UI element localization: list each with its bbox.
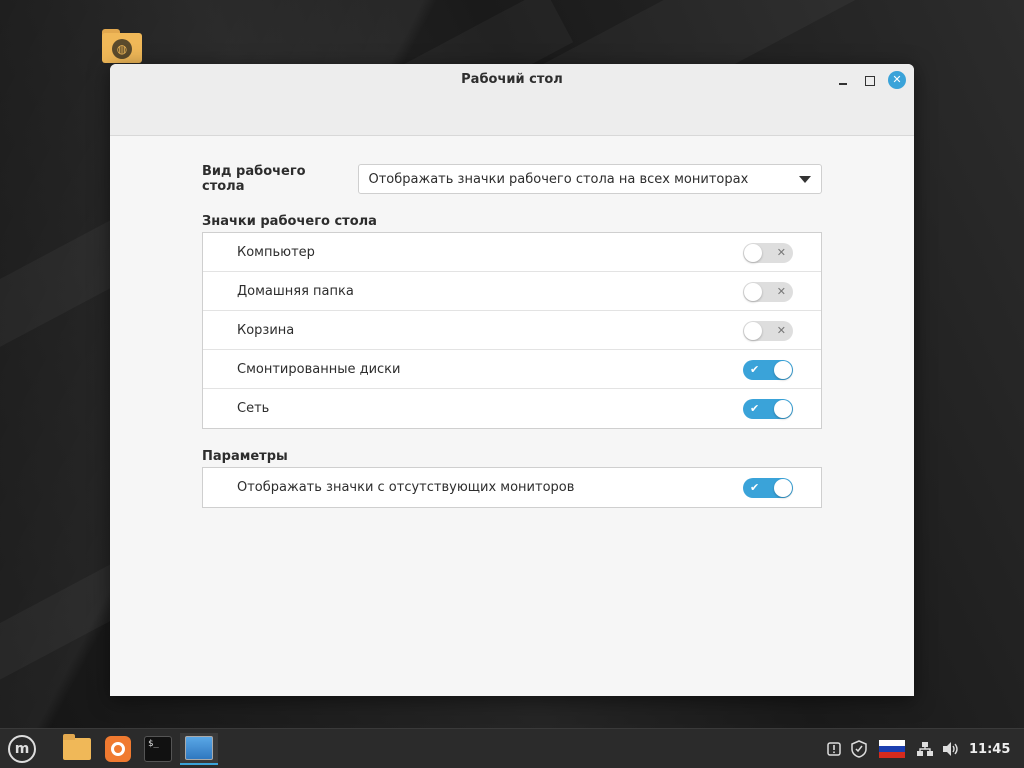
globe-icon: ◍ [112,39,132,59]
chevron-down-icon [799,176,811,183]
firefox-icon [105,736,131,762]
options-heading: Параметры [202,449,288,464]
files-launcher[interactable] [60,733,94,765]
toggle-knob [774,479,792,497]
toggle-knob [774,400,792,418]
desktop-icon-option-row: Компьютер ✕ [203,233,821,272]
notification-icon[interactable] [826,729,842,768]
terminal-launcher[interactable]: $_ [141,733,175,765]
taskbar-window-desktop-settings[interactable] [180,733,218,765]
desktop-icons-section: Значки рабочего стола [202,210,822,230]
cross-icon: ✕ [776,324,786,337]
desktop-view-dropdown[interactable]: Отображать значки рабочего стола на всех… [357,164,822,194]
shield-icon[interactable] [851,729,867,768]
firefox-launcher[interactable] [101,733,135,765]
toggle-knob [774,361,792,379]
desktop-settings-icon [185,736,213,760]
desktop-icon-option-label: Компьютер [237,244,315,260]
folder-icon [63,734,91,760]
clock-time: 11:45 [969,741,1011,757]
option-label: Отображать значки с отсутствующих монито… [237,480,575,495]
desktop-view-row: Вид рабочего стола Отображать значки раб… [202,164,822,194]
desktop-icons-heading: Значки рабочего стола [202,214,377,229]
desktop-network-folder-icon[interactable]: ◍ [100,27,144,63]
toggle-knob [744,283,762,301]
toggle-knob [744,244,762,262]
maximize-button[interactable] [860,71,878,89]
desktop-icons-list: Компьютер ✕ Домашняя папка ✕ Корзина ✕ Смонтир… [202,232,822,429]
close-button[interactable]: ✕ [888,71,906,89]
settings-content: Вид рабочего стола Отображать значки раб… [202,164,822,508]
desktop-icon-option-toggle[interactable]: ✕ [743,282,793,302]
option-row: Отображать значки с отсутствующих монито… [203,468,821,507]
volume-icon[interactable] [942,729,960,768]
check-icon: ✔ [750,363,760,376]
desktop-icon-option-row: Смонтированные диски ✔ [203,350,821,389]
desktop-view-selected: Отображать значки рабочего стола на всех… [368,171,749,187]
desktop-icon-option-toggle[interactable]: ✕ [743,243,793,263]
desktop-icon-option-row: Сеть ✔ [203,389,821,428]
desktop-icon-option-row: Домашняя папка ✕ [203,272,821,311]
mint-logo-icon: m [8,735,36,763]
window-title: Рабочий стол [461,72,563,87]
menu-button[interactable]: m [5,733,39,765]
desktop-icon-option-label: Смонтированные диски [237,361,401,377]
terminal-icon: $_ [144,736,172,762]
desktop-icon-option-label: Сеть [237,401,270,416]
desktop-icon-option-toggle[interactable]: ✔ [743,399,793,419]
check-icon: ✔ [750,481,760,494]
desktop-settings-window: Рабочий стол ✕ Вид рабочего стола Отобра… [110,64,914,696]
option-toggle[interactable]: ✔ [743,478,793,498]
window-titlebar[interactable]: Рабочий стол ✕ [110,64,914,136]
check-icon: ✔ [750,402,760,415]
desktop-icon-option-toggle[interactable]: ✔ [743,360,793,380]
keyboard-layout-flag-icon[interactable] [879,729,905,768]
clock[interactable]: 11:45 [969,729,1010,768]
network-icon[interactable] [916,729,934,768]
toggle-knob [744,322,762,340]
options-section: Параметры [202,445,822,465]
desktop-icon-option-label: Домашняя папка [237,283,354,299]
desktop-icon-option-toggle[interactable]: ✕ [743,321,793,341]
options-list: Отображать значки с отсутствующих монито… [202,467,822,508]
taskbar: m $_ 11:45 [0,728,1024,768]
desktop-view-label: Вид рабочего стола [202,164,306,194]
cross-icon: ✕ [776,246,786,259]
cross-icon: ✕ [776,285,786,298]
desktop-icon-option-label: Корзина [237,322,295,338]
minimize-button[interactable] [834,71,852,89]
desktop-icon-option-row: Корзина ✕ [203,311,821,350]
